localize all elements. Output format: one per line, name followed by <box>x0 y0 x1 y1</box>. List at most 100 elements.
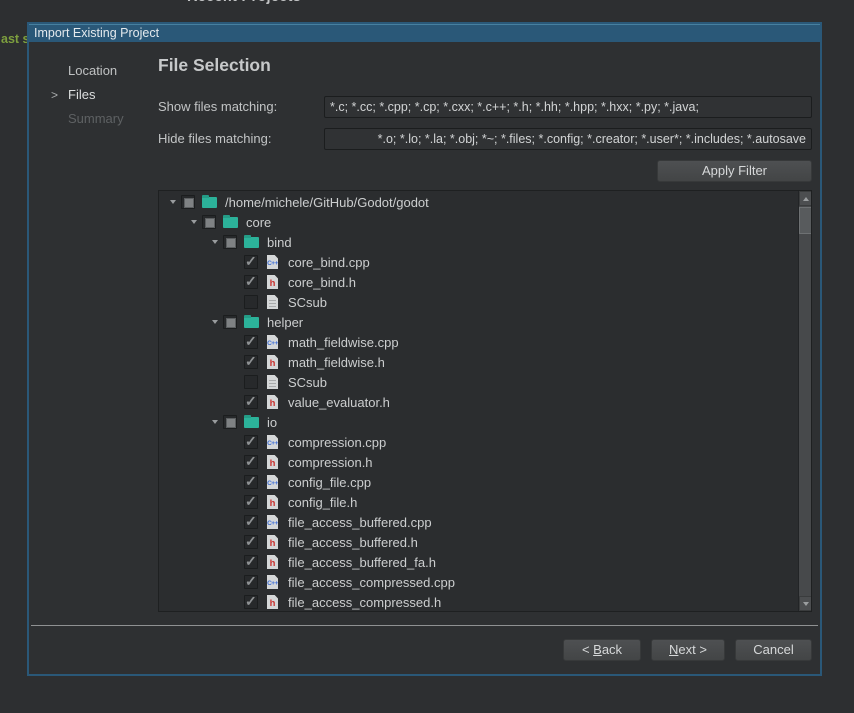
header-file-icon: h <box>265 355 281 369</box>
tree-item-label: SCsub <box>288 295 327 310</box>
arrow-up-icon <box>803 197 809 201</box>
tree-item-label: core <box>246 215 271 230</box>
triangle-down-icon <box>212 320 218 324</box>
hide-files-input[interactable]: *.o; *.lo; *.la; *.obj; *~; *.files; *.c… <box>324 128 812 150</box>
tree-row-file[interactable]: hconfig_file.h <box>159 492 798 512</box>
generic-file-icon <box>265 295 281 309</box>
expand-collapse-arrow[interactable] <box>207 420 223 424</box>
header-file-icon: h <box>265 555 281 569</box>
tree-checkbox-checked[interactable] <box>244 535 258 549</box>
folder-icon <box>244 315 260 329</box>
tree-checkbox-checked[interactable] <box>244 255 258 269</box>
tree-item-label: file_access_buffered_fa.h <box>288 555 436 570</box>
scroll-up-button[interactable] <box>799 191 812 206</box>
tree-checkbox-checked[interactable] <box>244 395 258 409</box>
sidebar-item-location[interactable]: Location <box>68 59 124 83</box>
expand-collapse-arrow[interactable] <box>186 220 202 224</box>
sidebar-item-summary: Summary <box>68 107 124 131</box>
tree-checkbox-checked[interactable] <box>244 515 258 529</box>
tree-row-file[interactable]: C++math_fieldwise.cpp <box>159 332 798 352</box>
sidebar-item-files[interactable]: > Files <box>68 83 124 107</box>
tree-row-file[interactable]: hvalue_evaluator.h <box>159 392 798 412</box>
file-tree: /home/michele/GitHub/Godot/godot core bind… <box>158 190 812 612</box>
tree-checkbox-checked[interactable] <box>244 575 258 589</box>
tree-row-folder[interactable]: core <box>159 212 798 232</box>
tree-row-file[interactable]: C++file_access_buffered.cpp <box>159 512 798 532</box>
wizard-steps-sidebar: Location > Files Summary <box>68 59 124 131</box>
last-session-link-partial[interactable]: ast s <box>1 32 30 46</box>
dialog-titlebar[interactable]: Import Existing Project <box>29 24 820 42</box>
tree-checkbox-partial[interactable] <box>181 195 195 209</box>
tree-item-label: file_access_compressed.h <box>288 595 441 610</box>
tree-item-label: file_access_buffered.h <box>288 535 418 550</box>
tree-checkbox-checked[interactable] <box>244 355 258 369</box>
tree-checkbox-checked[interactable] <box>244 495 258 509</box>
tree-checkbox-checked[interactable] <box>244 475 258 489</box>
expand-collapse-arrow[interactable] <box>165 200 181 204</box>
tree-row-file[interactable]: SCsub <box>159 372 798 392</box>
tree-item-label: core_bind.cpp <box>288 255 370 270</box>
tree-row-file[interactable]: C++config_file.cpp <box>159 472 798 492</box>
sidebar-item-label: Files <box>68 87 95 102</box>
tree-row-file[interactable]: hfile_access_compressed.h <box>159 592 798 612</box>
tree-row-file[interactable]: hcore_bind.h <box>159 272 798 292</box>
tree-row-folder[interactable]: io <box>159 412 798 432</box>
triangle-down-icon <box>170 200 176 204</box>
tree-checkbox-partial[interactable] <box>202 215 216 229</box>
triangle-down-icon <box>191 220 197 224</box>
tree-row-file[interactable]: h file_access_buffered_fa.h <box>159 552 798 572</box>
cpp-file-icon: C++ <box>265 335 281 349</box>
cpp-file-icon: C++ <box>265 475 281 489</box>
tree-checkbox-unchecked[interactable] <box>244 295 258 309</box>
tree-checkbox-checked[interactable] <box>244 435 258 449</box>
hide-files-label: Hide files matching: <box>158 128 271 150</box>
expand-collapse-arrow[interactable] <box>207 240 223 244</box>
cpp-file-icon: C++ <box>265 575 281 589</box>
tree-checkbox-checked[interactable] <box>244 455 258 469</box>
sidebar-item-label: Location <box>68 63 117 78</box>
next-button[interactable]: Next > <box>651 639 725 661</box>
header-file-icon: h <box>265 535 281 549</box>
header-file-icon: h <box>265 455 281 469</box>
tree-checkbox-checked[interactable] <box>244 275 258 289</box>
folder-icon <box>202 195 218 209</box>
folder-icon <box>244 415 260 429</box>
cpp-file-icon: C++ <box>265 255 281 269</box>
tree-row-file[interactable]: C++ core_bind.cpp <box>159 252 798 272</box>
tree-row-file[interactable]: h compression.h <box>159 452 798 472</box>
tree-item-label: file_access_buffered.cpp <box>288 515 432 530</box>
folder-icon <box>244 235 260 249</box>
scrollbar-thumb[interactable] <box>799 207 812 234</box>
cancel-button[interactable]: Cancel <box>735 639 812 661</box>
tree-row-folder[interactable]: bind <box>159 232 798 252</box>
tree-item-label: helper <box>267 315 303 330</box>
tree-item-label: value_evaluator.h <box>288 395 390 410</box>
tree-checkbox-checked[interactable] <box>244 335 258 349</box>
tree-checkbox-checked[interactable] <box>244 595 258 609</box>
tree-row-file[interactable]: h file_access_buffered.h <box>159 532 798 552</box>
tree-checkbox-partial[interactable] <box>223 315 237 329</box>
scroll-down-button[interactable] <box>799 596 812 611</box>
generic-file-icon <box>265 375 281 389</box>
header-file-icon: h <box>265 275 281 289</box>
tree-row-file[interactable]: h math_fieldwise.h <box>159 352 798 372</box>
tree-row-file[interactable]: C++compression.cpp <box>159 432 798 452</box>
apply-filter-button[interactable]: Apply Filter <box>657 160 812 182</box>
tree-row-folder[interactable]: /home/michele/GitHub/Godot/godot <box>159 192 798 212</box>
tree-checkbox-unchecked[interactable] <box>244 375 258 389</box>
tree-checkbox-checked[interactable] <box>244 555 258 569</box>
tree-checkbox-partial[interactable] <box>223 415 237 429</box>
back-button[interactable]: < Back <box>563 639 641 661</box>
tree-row-folder[interactable]: helper <box>159 312 798 332</box>
tree-checkbox-partial[interactable] <box>223 235 237 249</box>
expand-collapse-arrow[interactable] <box>207 320 223 324</box>
tree-item-label: io <box>267 415 277 430</box>
tree-item-label: math_fieldwise.h <box>288 355 385 370</box>
show-files-input[interactable]: *.c; *.cc; *.cpp; *.cp; *.cxx; *.c++; *.… <box>324 96 812 118</box>
tree-row-file[interactable]: C++file_access_compressed.cpp <box>159 572 798 592</box>
tree-scrollbar[interactable] <box>798 191 811 611</box>
tree-item-label: compression.cpp <box>288 435 386 450</box>
triangle-down-icon <box>212 240 218 244</box>
tree-row-file[interactable]: SCsub <box>159 292 798 312</box>
tree-item-label: compression.h <box>288 455 373 470</box>
